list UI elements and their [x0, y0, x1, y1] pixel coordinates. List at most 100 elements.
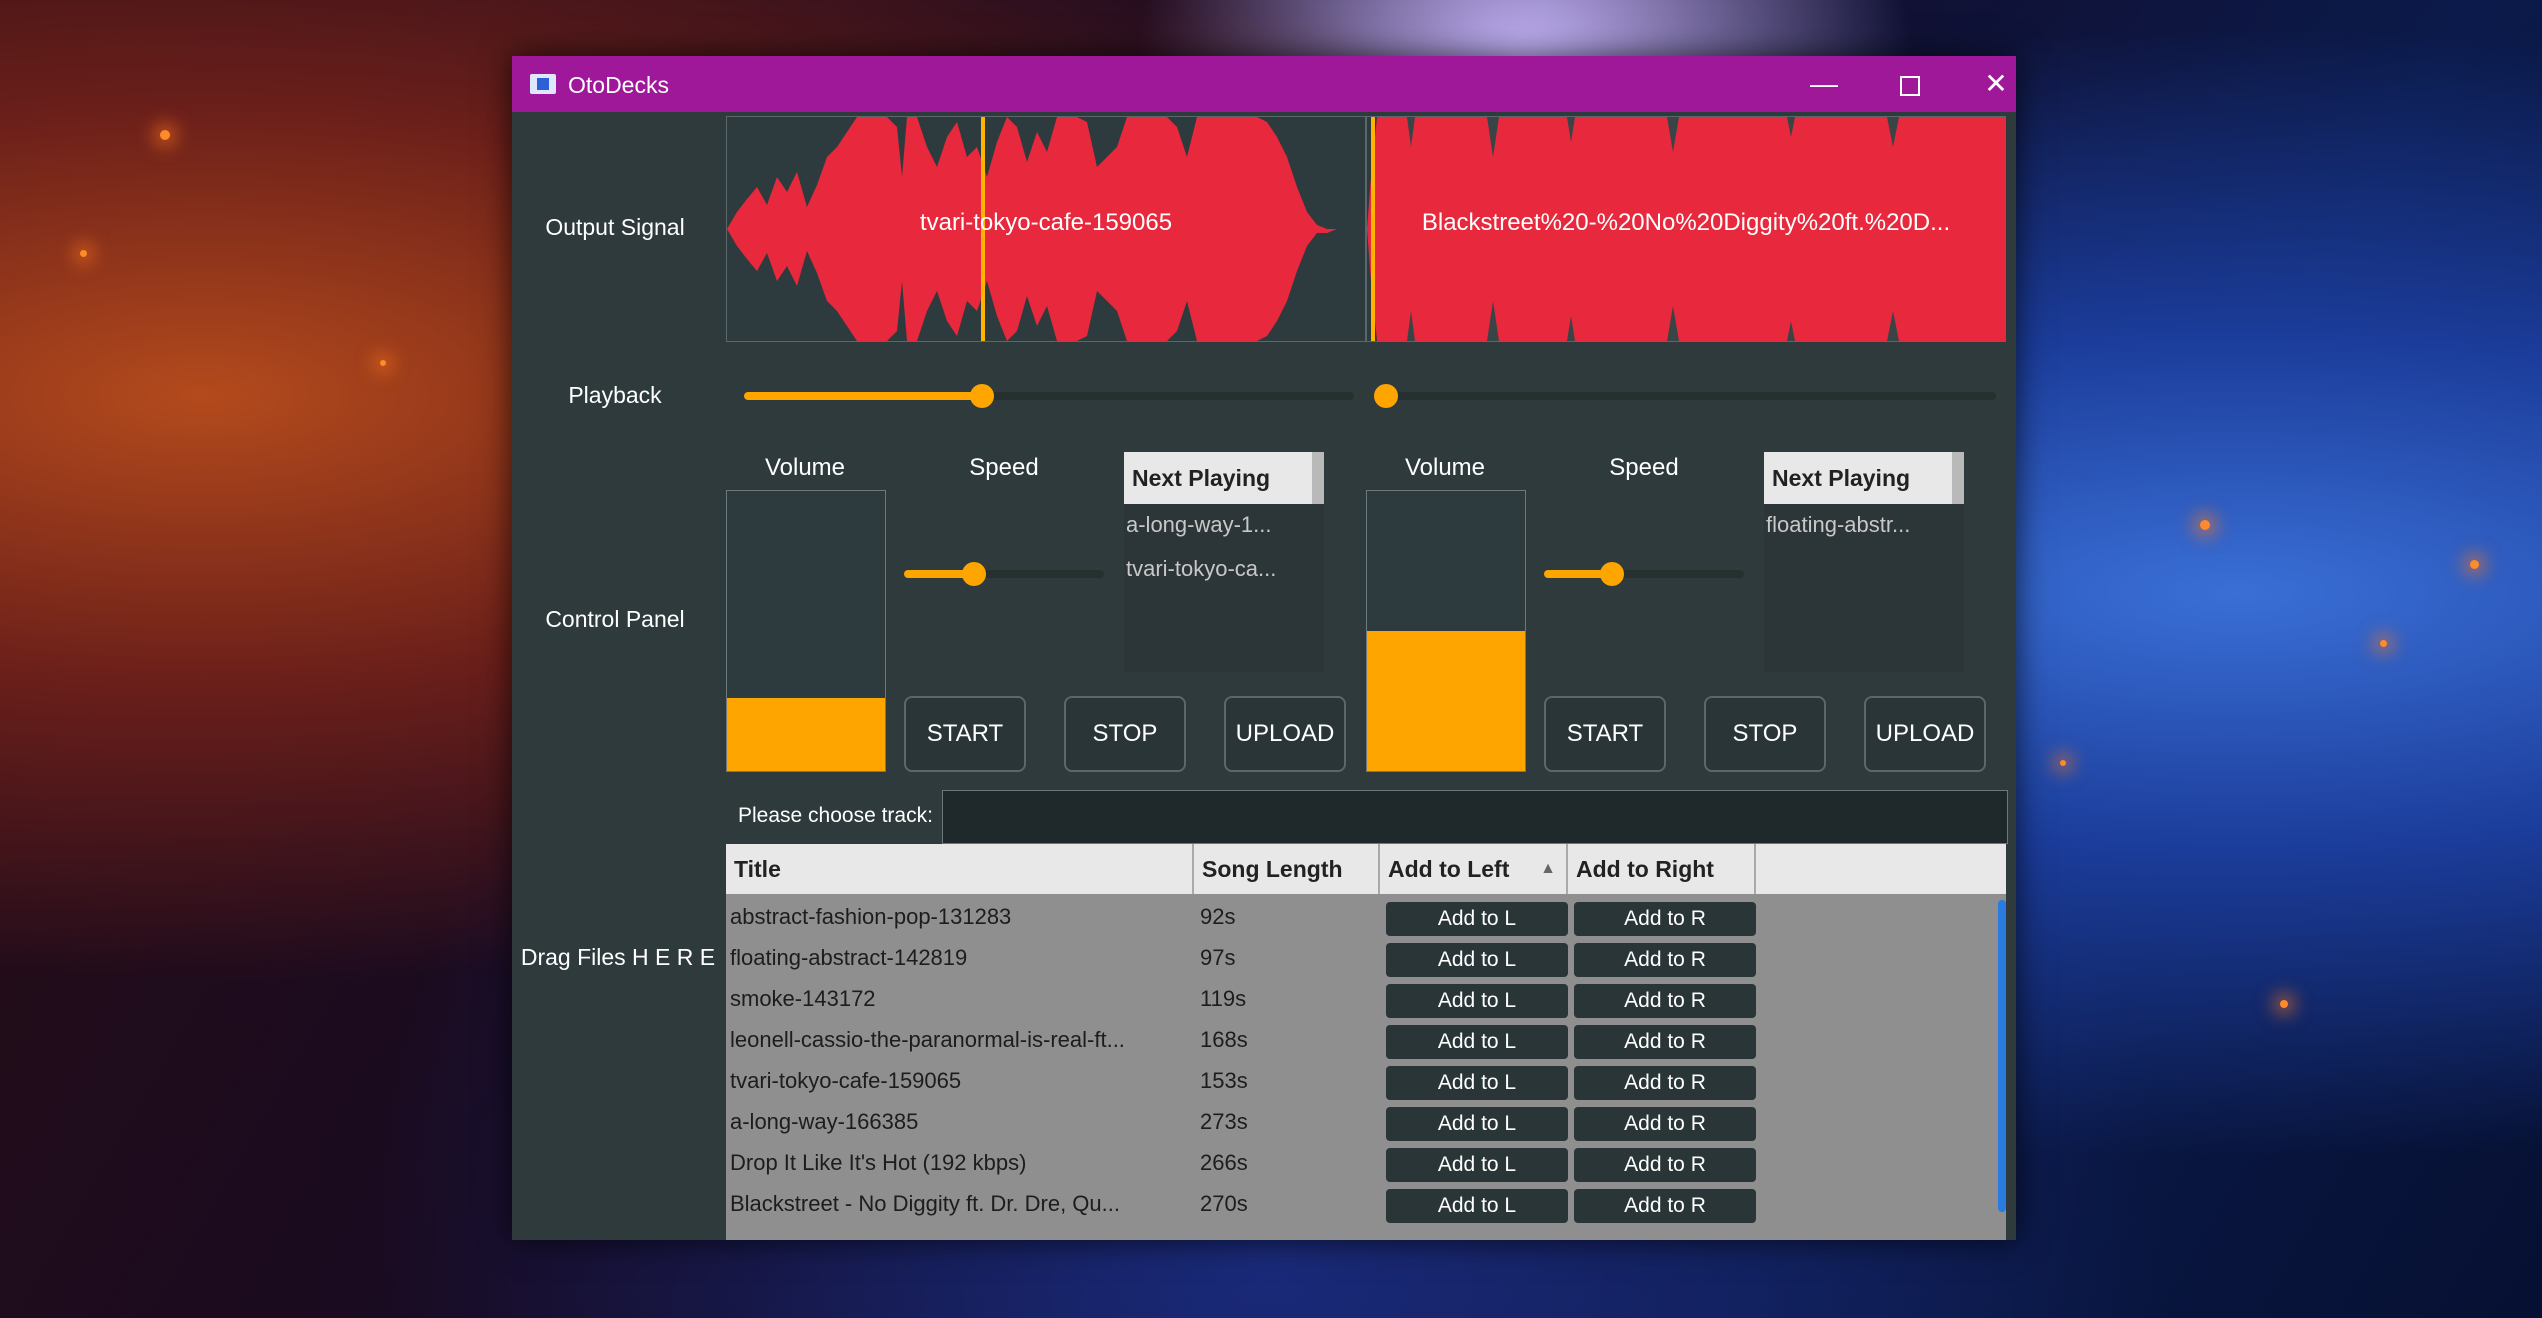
maximize-button[interactable] — [1882, 62, 1938, 106]
speed-label-right: Speed — [1609, 454, 1679, 481]
next-playing-item[interactable]: floating-abstr... — [1766, 512, 1956, 538]
start-button-left[interactable]: START — [904, 696, 1026, 772]
add-to-right-button[interactable]: Add to R — [1574, 1148, 1756, 1182]
table-row[interactable]: Drop It Like It's Hot (192 kbps) 266s Add … — [726, 1144, 1990, 1185]
add-to-right-button[interactable]: Add to R — [1574, 902, 1756, 936]
volume-label-right: Volume — [1404, 454, 1486, 481]
column-header-add-to-left[interactable]: Add to Left ▲ — [1380, 844, 1568, 894]
playback-slider-left-thumb[interactable] — [969, 384, 994, 408]
track-length-cell: 273s — [1200, 1109, 1248, 1134]
track-length-cell: 92s — [1200, 904, 1236, 929]
speed-label-left: Speed — [969, 454, 1039, 481]
volume-slider-right-fill — [1367, 631, 1525, 771]
title-bar[interactable]: OtoDecks — ✕ — [512, 56, 2016, 112]
column-header-song-length[interactable]: Song Length — [1194, 844, 1380, 894]
table-row[interactable]: abstract-fashion-pop-131283 92s Add to L Ad… — [726, 898, 1990, 939]
next-playing-header-right: Next Playing — [1764, 452, 1964, 504]
add-to-right-button[interactable]: Add to R — [1574, 1025, 1756, 1059]
background-spark — [80, 250, 87, 257]
add-to-right-button[interactable]: Add to R — [1574, 943, 1756, 977]
table-row[interactable]: tvari-tokyo-cafe-159065 153s Add to L Add t… — [726, 1062, 1990, 1103]
add-to-left-button[interactable]: Add to L — [1386, 1025, 1568, 1059]
app-icon — [530, 74, 556, 94]
playback-slider-right[interactable] — [1374, 384, 1996, 408]
track-title-cell: floating-abstract-142819 — [730, 945, 968, 970]
control-panel-label: Control Panel — [545, 606, 685, 632]
volume-slider-left[interactable] — [726, 490, 886, 772]
track-title-cell: Drop It Like It's Hot (192 kbps) — [730, 1150, 1027, 1175]
column-header-add-to-left-label: Add to Left — [1388, 856, 1510, 882]
table-row[interactable]: floating-abstract-142819 97s Add to L Add t… — [726, 939, 1990, 980]
volume-slider-right[interactable] — [1366, 490, 1526, 772]
table-header: Title Song Length Add to Left ▲ Add to R… — [726, 844, 2006, 894]
table-row[interactable]: Blackstreet - No Diggity ft. Dr. Dre, Qu… — [726, 1185, 1990, 1226]
track-title-cell: abstract-fashion-pop-131283 — [730, 904, 1012, 929]
track-length-cell: 266s — [1200, 1150, 1248, 1175]
playback-slider-left-fill — [744, 392, 982, 400]
add-to-left-button[interactable]: Add to L — [1386, 1189, 1568, 1223]
speed-slider-right[interactable] — [1544, 562, 1744, 586]
track-title-cell: leonell-cassio-the-paranormal-is-real-ft… — [730, 1027, 1125, 1052]
sort-ascending-icon: ▲ — [1540, 860, 1556, 877]
add-to-left-button[interactable]: Add to L — [1386, 1107, 1568, 1141]
next-playing-item[interactable]: a-long-way-1... — [1126, 512, 1316, 538]
next-playing-list-left[interactable]: Next Playing a-long-way-1... tvari-tokyo… — [1124, 452, 1324, 672]
add-to-right-button[interactable]: Add to R — [1574, 1189, 1756, 1223]
track-title-cell: a-long-way-166385 — [730, 1109, 919, 1134]
add-to-left-button[interactable]: Add to L — [1386, 984, 1568, 1018]
add-to-left-button[interactable]: Add to L — [1386, 943, 1568, 977]
waveform-left-track-title: tvari-tokyo-cafe-159065 — [919, 209, 1173, 236]
add-to-left-button[interactable]: Add to L — [1386, 1066, 1568, 1100]
stop-button-right[interactable]: STOP — [1704, 696, 1826, 772]
background-spark — [2200, 520, 2210, 530]
volume-slider-left-fill — [727, 698, 885, 771]
playback-slider-right-thumb[interactable] — [1374, 384, 1398, 408]
speed-slider-right-thumb[interactable] — [1600, 562, 1624, 586]
minimize-button[interactable]: — — [1796, 62, 1852, 106]
background-spark — [2280, 1000, 2288, 1008]
background-spark — [160, 130, 170, 140]
upload-button-right[interactable]: UPLOAD — [1864, 696, 1986, 772]
background-spark — [2470, 560, 2479, 569]
table-row[interactable]: leonell-cassio-the-paranormal-is-real-ft… — [726, 1021, 1990, 1062]
background-spark — [2380, 640, 2387, 647]
column-header-title[interactable]: Title — [726, 844, 1194, 894]
track-length-cell: 97s — [1200, 945, 1236, 970]
maximize-icon — [1900, 75, 1920, 96]
next-playing-header-left: Next Playing — [1124, 452, 1324, 504]
playback-slider-left[interactable] — [744, 384, 1354, 408]
background-spark — [380, 360, 386, 366]
add-to-left-button[interactable]: Add to L — [1386, 902, 1568, 936]
playlist-table: Title Song Length Add to Left ▲ Add to R… — [726, 844, 2006, 1240]
choose-track-label: Please choose track: — [738, 804, 933, 827]
close-button[interactable]: ✕ — [1968, 62, 2024, 106]
table-row[interactable]: a-long-way-166385 273s Add to L Add to R — [726, 1103, 1990, 1144]
table-scrollbar[interactable] — [1998, 900, 2006, 1212]
drag-files-label: Drag Files H E R E — [520, 944, 716, 970]
track-title-cell: Blackstreet - No Diggity ft. Dr. Dre, Qu… — [730, 1191, 1120, 1216]
speed-slider-left-thumb[interactable] — [962, 562, 986, 586]
waveform-left[interactable]: tvari-tokyo-cafe-159065 — [726, 116, 1366, 342]
next-playing-list-right[interactable]: Next Playing floating-abstr... — [1764, 452, 1964, 672]
otodecks-window: OtoDecks — ✕ Output Signal Playback Cont… — [512, 56, 2016, 1240]
stop-button-left[interactable]: STOP — [1064, 696, 1186, 772]
track-title-cell: smoke-143172 — [730, 986, 876, 1011]
window-title: OtoDecks — [568, 72, 669, 98]
track-length-cell: 168s — [1200, 1027, 1248, 1052]
playback-label: Playback — [568, 382, 662, 408]
volume-label-left: Volume — [764, 454, 846, 481]
add-to-right-button[interactable]: Add to R — [1574, 1066, 1756, 1100]
add-to-right-button[interactable]: Add to R — [1574, 1107, 1756, 1141]
upload-button-left[interactable]: UPLOAD — [1224, 696, 1346, 772]
speed-slider-left[interactable] — [904, 562, 1104, 586]
add-to-right-button[interactable]: Add to R — [1574, 984, 1756, 1018]
start-button-right[interactable]: START — [1544, 696, 1666, 772]
next-playing-item[interactable]: tvari-tokyo-ca... — [1126, 556, 1316, 582]
choose-track-input[interactable] — [942, 790, 2008, 844]
column-header-add-to-right[interactable]: Add to Right — [1568, 844, 1756, 894]
background-spark — [2060, 760, 2066, 766]
track-title-cell: tvari-tokyo-cafe-159065 — [730, 1068, 962, 1093]
waveform-right[interactable]: Blackstreet%20-%20No%20Diggity%20ft.%20D… — [1366, 116, 2006, 342]
add-to-left-button[interactable]: Add to L — [1386, 1148, 1568, 1182]
table-row[interactable]: smoke-143172 119s Add to L Add to R — [726, 980, 1990, 1021]
